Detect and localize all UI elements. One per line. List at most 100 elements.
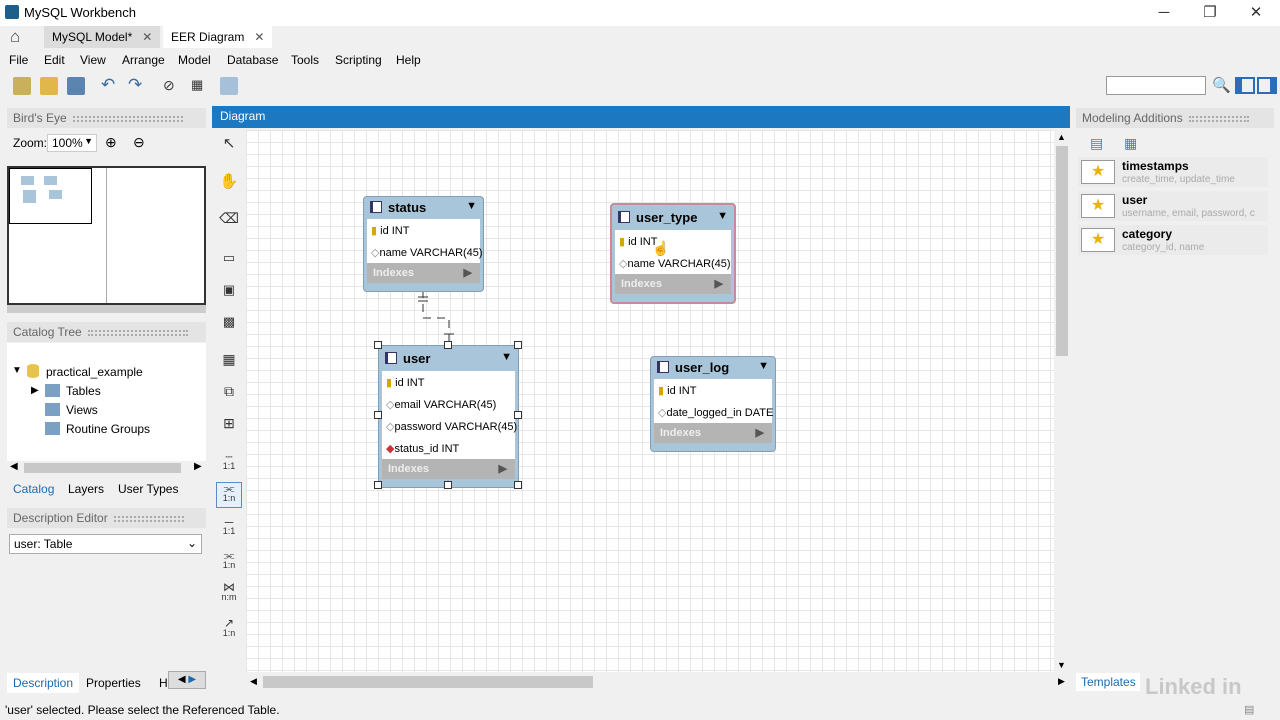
menu-arrange[interactable]: Arrange bbox=[122, 53, 165, 67]
birdseye-scrollbar[interactable] bbox=[7, 305, 206, 313]
object-select[interactable]: user: Table ⌄ bbox=[9, 534, 202, 554]
rel-1-1-identifying[interactable]: ─ 1:1 bbox=[216, 516, 242, 536]
indexes-section[interactable]: Indexes ▶ bbox=[382, 459, 515, 479]
open-model-icon[interactable] bbox=[40, 77, 58, 95]
expand-arrow-icon[interactable]: ▶ bbox=[756, 426, 764, 439]
image-tool-icon[interactable]: ▩ bbox=[216, 314, 242, 340]
indexes-section[interactable]: Indexes ▶ bbox=[654, 423, 772, 443]
menu-view[interactable]: View bbox=[80, 53, 106, 67]
expand-arrow-icon[interactable]: ▶ bbox=[464, 266, 472, 279]
menu-database[interactable]: Database bbox=[227, 53, 278, 67]
tab-templates[interactable]: Templates bbox=[1076, 673, 1140, 691]
tab-description[interactable]: Description bbox=[7, 673, 80, 693]
menu-tools[interactable]: Tools bbox=[291, 53, 319, 67]
routine-group-tool-icon[interactable]: ⊞ bbox=[216, 415, 242, 441]
resize-handle[interactable] bbox=[514, 411, 522, 419]
tab-eer-diagram[interactable]: EER Diagram ✕ bbox=[163, 26, 273, 48]
tab-properties[interactable]: Properties bbox=[80, 673, 147, 693]
resize-handle[interactable] bbox=[444, 341, 452, 349]
tab-mysql-model[interactable]: MySQL Model* ✕ bbox=[44, 26, 161, 48]
scroll-thumb[interactable] bbox=[24, 463, 181, 473]
eraser-tool-icon[interactable]: ⌫ bbox=[216, 210, 242, 236]
resize-handle[interactable] bbox=[374, 481, 382, 489]
column-row[interactable]: ◇password VARCHAR(45) bbox=[382, 415, 517, 437]
entity-status[interactable]: status ▼ ▮ id INT ◇name VARCHAR(45) Index… bbox=[363, 196, 484, 292]
column-row[interactable]: ▮ id INT bbox=[382, 371, 515, 393]
rel-1-1-nonidentifying[interactable]: ┄ 1:1 bbox=[216, 451, 242, 471]
rel-1-n-existing-columns[interactable]: ↗ 1:n bbox=[216, 617, 242, 638]
zoom-select[interactable]: 100% ▼ bbox=[47, 134, 97, 152]
layer-tool-icon[interactable]: ▭ bbox=[216, 250, 242, 276]
schema-name[interactable]: practical_example bbox=[46, 365, 143, 379]
undo-icon[interactable]: ↶ bbox=[101, 75, 115, 95]
rel-1-n-identifying[interactable]: ⫘ 1:n bbox=[216, 549, 242, 570]
catalog-hscroll[interactable]: ◀ ▶ bbox=[7, 461, 206, 475]
scroll-thumb[interactable] bbox=[1056, 146, 1068, 356]
horizontal-scrollbar[interactable]: ◀ ▶ bbox=[246, 674, 1070, 690]
relationship-line[interactable] bbox=[410, 290, 460, 350]
scroll-right-icon[interactable]: ▶ bbox=[194, 461, 202, 472]
resize-handle[interactable] bbox=[374, 341, 382, 349]
close-button[interactable]: ✕ bbox=[1233, 0, 1279, 26]
expand-arrow-icon[interactable]: ▶ bbox=[715, 277, 723, 290]
toggle-sidebar-icon[interactable] bbox=[1235, 77, 1255, 94]
tab-layers[interactable]: Layers bbox=[68, 482, 104, 496]
resize-handle[interactable] bbox=[514, 341, 522, 349]
indexes-section[interactable]: Indexes ▶ bbox=[367, 263, 480, 283]
collapse-arrow-icon[interactable]: ▼ bbox=[501, 351, 512, 363]
hand-tool-icon[interactable]: ✋ bbox=[216, 172, 242, 198]
note-tool-icon[interactable]: ▣ bbox=[216, 282, 242, 308]
menu-scripting[interactable]: Scripting bbox=[335, 53, 382, 67]
collapse-arrow-icon[interactable]: ▼ bbox=[466, 200, 477, 212]
resize-grip-icon[interactable]: ▤ bbox=[1244, 703, 1254, 716]
collapse-arrow-icon[interactable]: ▼ bbox=[717, 210, 728, 222]
menu-help[interactable]: Help bbox=[396, 53, 421, 67]
arrow-left-icon[interactable]: ◀ bbox=[178, 674, 186, 685]
arrow-right-icon[interactable]: ▶ bbox=[188, 674, 196, 685]
column-row[interactable]: ◆status_id INT bbox=[382, 437, 515, 459]
align-grid-icon[interactable]: ▦ bbox=[191, 77, 203, 93]
scroll-thumb[interactable] bbox=[263, 676, 593, 688]
column-row[interactable]: ◇name VARCHAR(45) bbox=[367, 241, 483, 263]
table-tool-icon[interactable]: ▦ bbox=[216, 351, 242, 377]
entity-user-log[interactable]: user_log ▼ ▮ id INT ◇date_logged_in DATE … bbox=[650, 356, 776, 452]
entity-header[interactable]: user_log ▼ bbox=[651, 357, 775, 379]
expand-icon[interactable]: ▼ bbox=[12, 365, 22, 376]
column-row[interactable]: ◇email VARCHAR(45) bbox=[382, 393, 515, 415]
redo-icon[interactable]: ↷ bbox=[128, 75, 142, 95]
new-model-icon[interactable] bbox=[13, 77, 31, 95]
toggle-secondary-sidebar-icon[interactable] bbox=[1257, 77, 1277, 94]
close-tab-icon[interactable]: ✕ bbox=[142, 30, 152, 44]
column-row[interactable]: ▮ id INT bbox=[615, 230, 731, 252]
menu-model[interactable]: Model bbox=[178, 53, 211, 67]
tab-scroll-buttons[interactable]: ◀ ▶ bbox=[168, 671, 206, 689]
zoom-in-icon[interactable]: ⊕ bbox=[105, 134, 117, 151]
column-row[interactable]: ◇name VARCHAR(45) bbox=[615, 252, 731, 274]
entity-user[interactable]: user ▼ ▮ id INT ◇email VARCHAR(45) ◇passw… bbox=[378, 345, 519, 488]
view-tool-icon[interactable]: ⧉ bbox=[216, 383, 242, 409]
entity-header[interactable]: status ▼ bbox=[364, 197, 483, 219]
resize-handle[interactable] bbox=[444, 481, 452, 489]
menu-file[interactable]: File bbox=[9, 53, 28, 67]
catalog-item-views[interactable]: Views bbox=[66, 403, 98, 417]
indexes-section[interactable]: Indexes ▶ bbox=[615, 274, 731, 294]
close-tab-icon[interactable]: ✕ bbox=[254, 30, 264, 44]
scroll-right-icon[interactable]: ▶ bbox=[1058, 676, 1065, 687]
home-icon[interactable]: ⌂ bbox=[10, 27, 20, 47]
rel-n-m-identifying[interactable]: ⋈ n:m bbox=[216, 581, 242, 602]
scroll-left-icon[interactable]: ◀ bbox=[10, 461, 18, 472]
toggle-grid-icon[interactable]: ⊘ bbox=[163, 77, 175, 94]
scroll-down-icon[interactable]: ▼ bbox=[1057, 660, 1066, 670]
rel-1-n-nonidentifying[interactable]: ⫘ 1:n bbox=[216, 482, 242, 508]
scroll-left-icon[interactable]: ◀ bbox=[250, 676, 257, 687]
entity-header[interactable]: user_type ▼ bbox=[612, 205, 734, 230]
template-item-category[interactable]: ★ category category_id, name bbox=[1078, 225, 1268, 255]
menu-edit[interactable]: Edit bbox=[44, 53, 65, 67]
column-row[interactable]: ◇date_logged_in DATE bbox=[654, 401, 773, 423]
collapse-arrow-icon[interactable]: ▼ bbox=[758, 360, 769, 372]
tab-user-types[interactable]: User Types bbox=[118, 482, 178, 496]
template-item-user[interactable]: ★ user username, email, password, c bbox=[1078, 191, 1268, 221]
expand-arrow-icon[interactable]: ▶ bbox=[499, 462, 507, 475]
tab-catalog[interactable]: Catalog bbox=[13, 482, 54, 496]
collapse-icon[interactable]: ▶ bbox=[31, 385, 39, 396]
